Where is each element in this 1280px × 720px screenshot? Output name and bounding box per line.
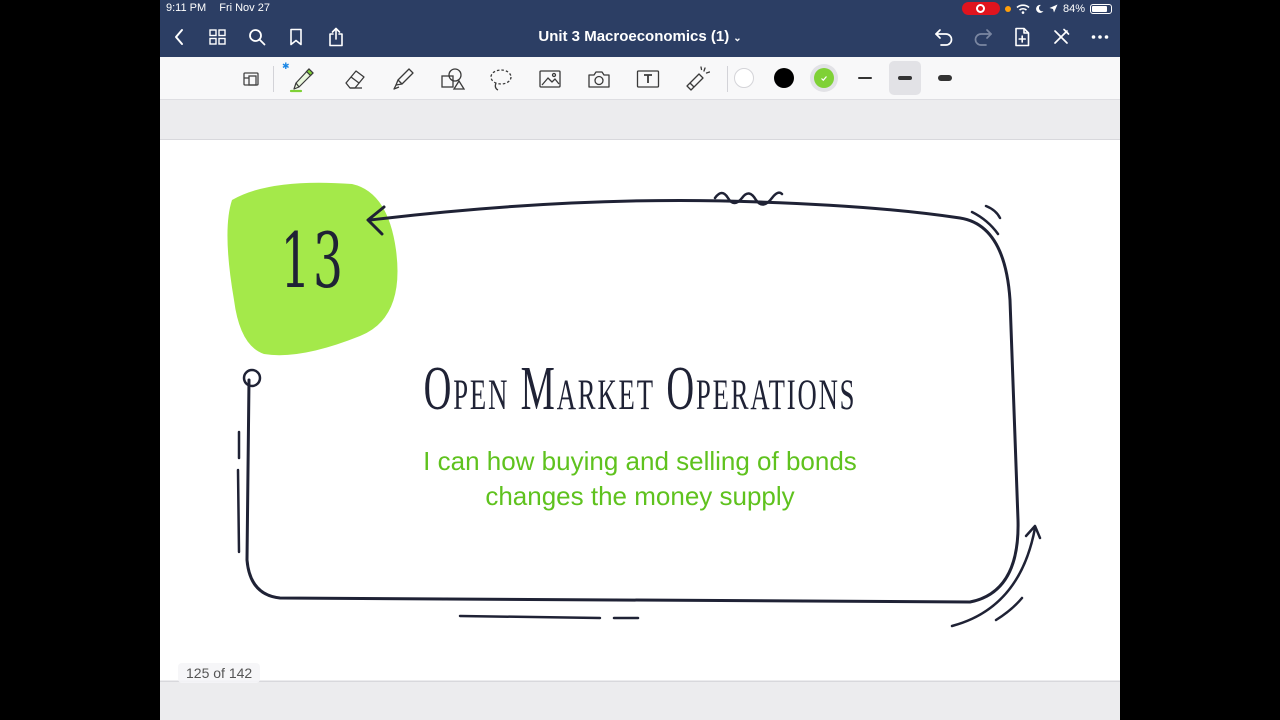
status-bar: 9:11 PM Fri Nov 27 84% — [160, 0, 1120, 18]
more-icon[interactable] — [1089, 26, 1111, 48]
annotation-toolbar: ✱ — [160, 57, 1120, 100]
page-gap — [160, 100, 1120, 140]
eraser-icon[interactable] — [341, 65, 369, 93]
slide-page[interactable]: 13 Open Market Operations I can how buyi… — [160, 140, 1120, 680]
document-title-text: Unit 3 Macroeconomics (1) — [538, 28, 730, 45]
highlighter-icon[interactable] — [389, 65, 417, 93]
microphone-indicator-icon — [1004, 5, 1011, 12]
stroke-width-thick[interactable] — [938, 75, 952, 81]
lasso-icon[interactable] — [487, 65, 515, 93]
page-gap-bottom — [160, 681, 1120, 720]
redo-icon[interactable] — [972, 26, 994, 48]
chevron-down-icon: ⌄ — [733, 33, 742, 44]
slide-subtitle: I can how buying and selling of bonds ch… — [160, 444, 1120, 514]
subtitle-line-1: I can how buying and selling of bonds — [423, 446, 857, 476]
slide-title: Open Market Operations — [423, 355, 857, 423]
color-swatch-black[interactable] — [774, 68, 794, 88]
color-swatch-green[interactable] — [814, 68, 834, 88]
text-icon[interactable] — [634, 65, 662, 93]
stroke-width-medium[interactable] — [898, 76, 912, 80]
checkmark-icon — [821, 76, 827, 82]
status-time: 9:11 PM — [166, 2, 207, 14]
toolbar-divider — [727, 66, 728, 92]
toolbar-divider — [273, 66, 274, 92]
navigation-bar: Unit 3 Macroeconomics (1) ⌄ — [160, 18, 1120, 57]
laser-pointer-icon[interactable] — [683, 65, 711, 93]
page-zoom-icon[interactable] — [238, 65, 266, 93]
undo-icon[interactable] — [933, 26, 955, 48]
stroke-width-thin[interactable] — [858, 77, 872, 79]
close-pen-icon[interactable] — [1050, 26, 1072, 48]
subtitle-line-2: changes the money supply — [485, 481, 795, 511]
shapes-icon[interactable] — [438, 65, 466, 93]
moon-icon — [1036, 4, 1044, 13]
image-icon[interactable] — [536, 65, 564, 93]
pen-icon[interactable] — [289, 65, 317, 93]
page-indicator: 125 of 142 — [178, 663, 261, 683]
battery-icon — [1090, 3, 1112, 14]
add-page-icon[interactable] — [1011, 26, 1033, 48]
battery-level — [1092, 5, 1107, 12]
color-swatch-white[interactable] — [734, 68, 754, 88]
status-date: Fri Nov 27 — [219, 2, 270, 14]
slide-number: 13 — [280, 216, 346, 305]
battery-percent: 84% — [1062, 2, 1085, 15]
screen-recording-icon[interactable] — [961, 2, 1000, 15]
ipad-screen: 9:11 PM Fri Nov 27 84% Unit 3 Macroecono… — [160, 0, 1120, 720]
camera-icon[interactable] — [585, 65, 613, 93]
location-icon — [1049, 4, 1058, 12]
wifi-icon — [1016, 3, 1030, 14]
